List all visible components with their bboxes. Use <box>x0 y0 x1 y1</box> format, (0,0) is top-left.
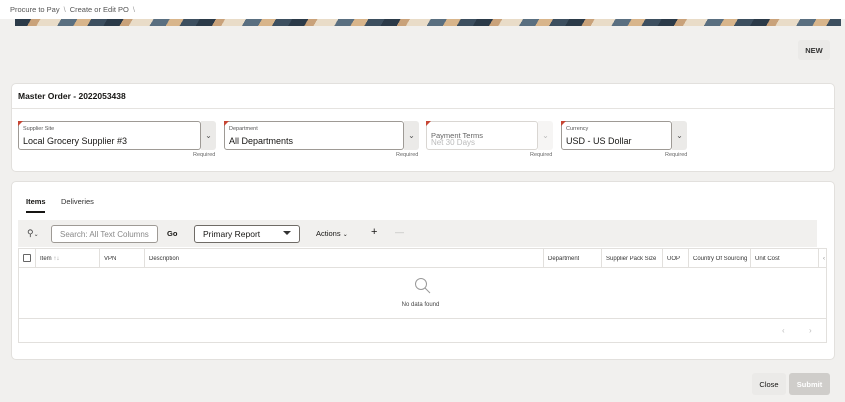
chevron-right-icon: › <box>809 326 812 335</box>
select-all-checkbox[interactable] <box>23 254 31 262</box>
payment-terms-field: Net 30 Days Payment Terms <box>426 121 538 150</box>
department-field[interactable]: Department All Departments <box>224 121 404 150</box>
column-header-item[interactable]: Item ↑↓ <box>40 256 59 262</box>
column-header-uop[interactable]: UOP <box>667 256 680 262</box>
department-required: Required <box>396 152 419 158</box>
decorative-banner <box>15 19 841 26</box>
currency-dropdown-button[interactable]: ⌄ <box>672 121 687 150</box>
column-header-department[interactable]: Department <box>548 256 579 262</box>
actions-label: Actions <box>316 229 341 238</box>
breadcrumb-separator: \ <box>132 5 135 14</box>
close-button[interactable]: Close <box>752 373 786 395</box>
column-header-supplier-pack-size[interactable]: Supplier Pack Size <box>606 256 656 262</box>
chevron-down-icon: ⌄ <box>408 131 415 140</box>
column-separator <box>688 249 689 268</box>
column-separator <box>144 249 145 268</box>
payment-terms-required: Required <box>530 152 553 158</box>
tab-items[interactable]: Items <box>26 197 46 206</box>
column-item-label: Item <box>40 256 52 262</box>
column-header-description[interactable]: Description <box>149 256 179 262</box>
submit-button[interactable]: Submit <box>789 373 830 395</box>
column-separator <box>750 249 751 268</box>
payment-terms-dropdown-button: ⌄ <box>538 121 553 150</box>
chevron-down-icon: ⌄ <box>33 232 39 238</box>
column-separator <box>35 249 36 268</box>
go-button[interactable]: Go <box>167 229 177 238</box>
chevron-down-icon: ⌄ <box>676 131 683 140</box>
search-input[interactable] <box>51 225 158 243</box>
new-button[interactable]: NEW <box>798 40 830 60</box>
report-select-value: Primary Report <box>203 229 261 239</box>
no-data-search-icon <box>415 278 431 294</box>
department-value: All Departments <box>229 136 294 146</box>
active-tab-indicator <box>26 211 45 213</box>
order-title: Master Order - 2022053438 <box>18 91 126 101</box>
previous-page-button[interactable]: ‹ <box>782 326 785 335</box>
chevron-down-icon: ⌄ <box>542 131 549 140</box>
no-data-text: No data found <box>401 302 440 308</box>
remove-row-button[interactable]: — <box>395 227 404 237</box>
search-column-menu[interactable]: ⚲⌄ <box>27 228 39 239</box>
currency-required: Required <box>665 152 688 158</box>
column-header-unit-cost[interactable]: Unit Cost <box>755 256 780 262</box>
search-icon: ⚲ <box>27 228 34 238</box>
report-select[interactable]: Primary Report <box>194 225 300 243</box>
tab-deliveries[interactable]: Deliveries <box>61 197 94 206</box>
caret-down-icon <box>283 231 291 235</box>
breadcrumb-procure-to-pay[interactable]: Procure to Pay <box>10 5 60 14</box>
sort-icon: ↑↓ <box>53 256 60 262</box>
next-page-button[interactable]: › <box>809 326 812 335</box>
column-separator <box>662 249 663 268</box>
currency-label: Currency <box>566 126 589 132</box>
supplier-site-value: Local Grocery Supplier #3 <box>23 136 128 146</box>
column-header-country-of-sourcing[interactable]: Country Of Sourcing <box>693 256 749 262</box>
breadcrumb-separator: \ <box>63 5 66 14</box>
breadcrumb-create-edit-po[interactable]: Create or Edit PO <box>70 5 129 14</box>
currency-value: USD - US Dollar <box>566 136 632 146</box>
breadcrumb: Procure to Pay \ Create or Edit PO \ <box>0 0 845 19</box>
department-label: Department <box>229 126 258 132</box>
column-separator <box>99 249 100 268</box>
column-separator <box>601 249 602 268</box>
add-row-button[interactable]: + <box>371 226 377 238</box>
supplier-site-label: Supplier Site <box>23 126 55 132</box>
supplier-site-required: Required <box>193 152 216 158</box>
divider <box>12 108 834 109</box>
actions-menu-button[interactable]: Actions ⌄ <box>316 229 348 238</box>
column-separator <box>543 249 544 268</box>
currency-field[interactable]: Currency USD - US Dollar <box>561 121 672 150</box>
payment-terms-label: Payment Terms <box>431 131 483 140</box>
chevron-down-icon: ⌄ <box>205 131 212 140</box>
grid-footer-divider <box>19 318 826 319</box>
chevron-down-icon: ⌄ <box>342 232 348 238</box>
column-header-vpn[interactable]: VPN <box>104 256 116 262</box>
column-header-overflow: ‹ <box>823 256 825 262</box>
chevron-left-icon: ‹ <box>782 326 785 335</box>
supplier-site-dropdown-button[interactable]: ⌄ <box>201 121 216 150</box>
department-dropdown-button[interactable]: ⌄ <box>404 121 419 150</box>
supplier-site-field[interactable]: Supplier Site Local Grocery Supplier #3 <box>18 121 201 150</box>
no-data-message: No data found <box>0 302 845 308</box>
column-separator <box>818 249 819 268</box>
